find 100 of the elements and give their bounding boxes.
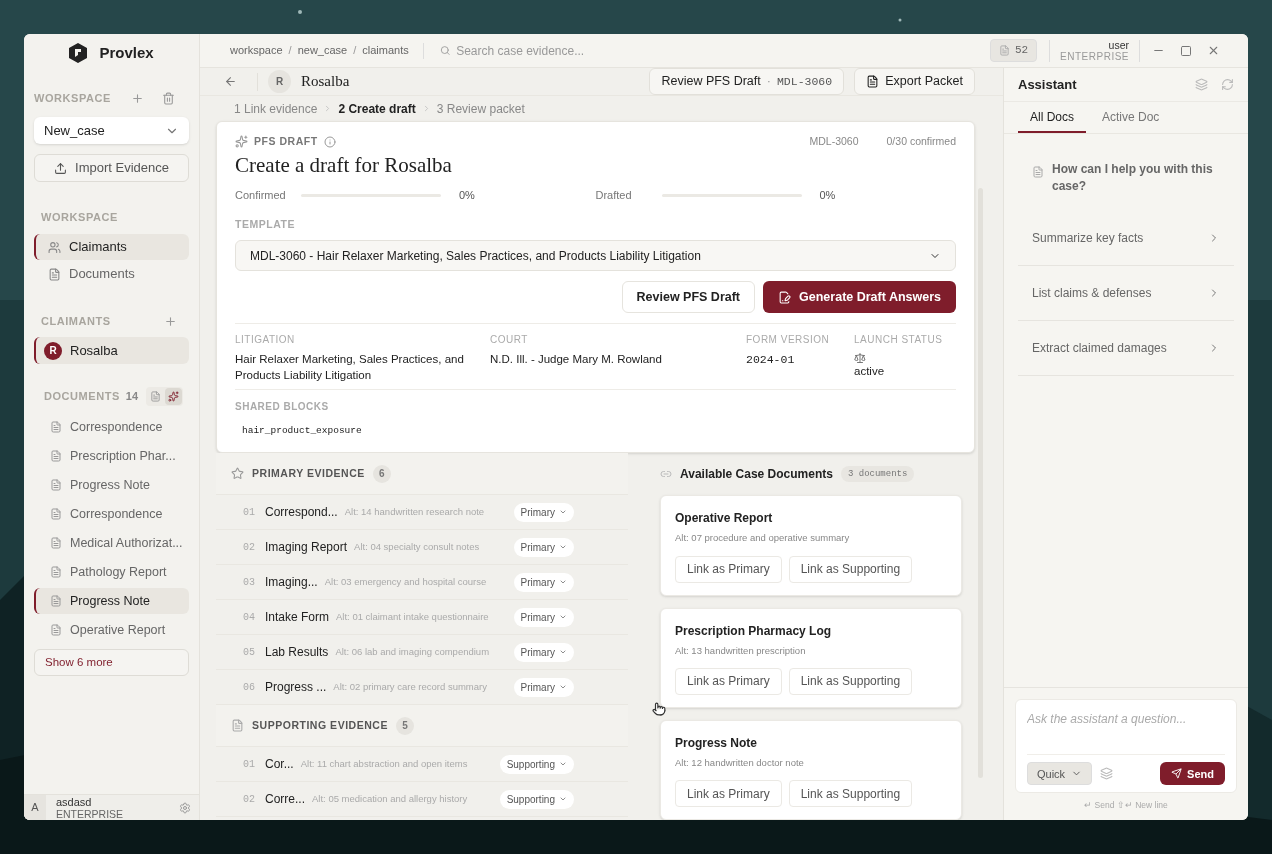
field-label: FORM VERSION: [746, 333, 830, 347]
draft-code: MDL-3060: [809, 134, 859, 149]
document-icon: [998, 45, 1010, 56]
evidence-title[interactable]: Progress ...: [265, 678, 327, 697]
nav-item[interactable]: Documents: [34, 261, 189, 287]
generate-answers-button[interactable]: Generate Draft Answers: [763, 281, 956, 313]
breadcrumb-link[interactable]: new_case: [297, 42, 348, 59]
row-number: 05: [243, 645, 256, 660]
role-dropdown[interactable]: Supporting: [499, 754, 574, 774]
document-count-chip[interactable]: 52: [989, 39, 1038, 62]
send-icon: [1171, 768, 1183, 780]
refresh-icon[interactable]: [1221, 78, 1234, 91]
document-item[interactable]: Prescription Phar...: [34, 443, 189, 469]
assistant-tab[interactable]: All Docs: [1018, 103, 1086, 133]
review-draft-button[interactable]: Review PFS Draft: [621, 281, 756, 313]
import-button[interactable]: Import Evidence: [34, 154, 189, 182]
evidence-alt: Alt: 11 chart abstraction and open items: [300, 757, 468, 772]
suggestion-item[interactable]: List claims & defenses: [1018, 266, 1234, 321]
review-draft-button[interactable]: Review PFS Draft · MDL-3060: [649, 68, 845, 95]
evidence-title[interactable]: Lab Results: [265, 643, 329, 662]
document-item[interactable]: Operative Report: [34, 617, 189, 643]
layers-icon[interactable]: [1100, 767, 1114, 781]
claimant-item[interactable]: R Rosalba: [34, 337, 189, 364]
evidence-title[interactable]: Imaging...: [265, 573, 318, 592]
breadcrumb-link[interactable]: claimants: [362, 42, 409, 59]
back-icon[interactable]: [224, 75, 237, 88]
view-mode-button[interactable]: [165, 387, 183, 405]
document-icon: [50, 624, 62, 636]
row-number: 01: [243, 757, 256, 772]
question-field[interactable]: Ask the assistant a question...: [1027, 710, 1225, 729]
document-item[interactable]: Progress Note: [34, 472, 189, 498]
role-dropdown[interactable]: Primary: [513, 642, 574, 662]
link-button[interactable]: Link as Supporting: [788, 780, 913, 807]
field-value: 2024-01: [746, 352, 795, 368]
evidence-alt: Alt: 05 medication and allergy history: [312, 792, 468, 807]
app-name: Provlex: [99, 42, 154, 63]
document-icon: [50, 450, 62, 462]
count-badge: 3 documents: [840, 466, 915, 483]
document-alt: Alt: 12 handwritten doctor note: [675, 755, 805, 770]
role-dropdown[interactable]: Primary: [513, 502, 574, 522]
section-heading: WORKSPACE: [34, 90, 111, 106]
info-icon[interactable]: [323, 135, 336, 148]
row-number: 03: [243, 575, 256, 590]
suggestion-item[interactable]: Summarize key facts: [1018, 211, 1234, 266]
role-dropdown[interactable]: Primary: [513, 572, 574, 592]
evidence-alt: Alt: 03 emergency and hospital course: [324, 575, 487, 590]
upload-icon: [54, 161, 68, 175]
add-icon[interactable]: [164, 314, 177, 328]
role-dropdown[interactable]: Primary: [513, 537, 574, 557]
nav-item[interactable]: Claimants: [34, 234, 189, 260]
search-field[interactable]: Search case evidence...: [456, 41, 740, 60]
field-label: LITIGATION: [235, 333, 295, 347]
link-button[interactable]: Link as Supporting: [788, 667, 913, 695]
suggestion-item[interactable]: Extract claimed damages: [1018, 321, 1234, 376]
document-icon: [1032, 166, 1044, 178]
evidence-title[interactable]: Corre...: [265, 790, 305, 809]
row-number: 01: [243, 505, 256, 520]
link-button[interactable]: Link as Primary: [675, 555, 782, 583]
document-item[interactable]: Progress Note: [34, 588, 189, 614]
evidence-title[interactable]: Intake Form: [265, 608, 330, 627]
assistant-tab[interactable]: Active Doc: [1090, 103, 1172, 133]
export-packet-button[interactable]: Export Packet: [854, 68, 975, 95]
maximize-icon[interactable]: [1180, 44, 1192, 57]
row-number: 06: [243, 680, 256, 695]
evidence-title[interactable]: Correspond...: [265, 503, 338, 522]
breadcrumb-link[interactable]: workspace: [230, 42, 283, 59]
document-icon: [866, 75, 880, 88]
claimant-name: Rosalba: [301, 72, 350, 92]
workspace-select[interactable]: New_case: [34, 117, 189, 144]
document-item[interactable]: Pathology Report: [34, 559, 189, 585]
field-label: COURT: [490, 333, 528, 347]
delete-icon[interactable]: [162, 91, 175, 105]
document-item[interactable]: Correspondence: [34, 501, 189, 527]
documents-count: 14: [125, 388, 139, 404]
count-badge: 5: [396, 716, 414, 735]
document-item[interactable]: Correspondence: [34, 414, 189, 440]
link-button[interactable]: Link as Primary: [675, 667, 782, 695]
send-button[interactable]: Send: [1160, 762, 1225, 786]
search-icon: [439, 45, 451, 56]
mode-select[interactable]: Quick: [1027, 762, 1093, 786]
evidence-title[interactable]: Cor...: [265, 755, 294, 774]
show-more-button[interactable]: Show 6 more: [34, 649, 189, 676]
role-dropdown[interactable]: Primary: [513, 677, 574, 697]
section-heading: PRIMARY EVIDENCE: [252, 465, 365, 481]
settings-icon[interactable]: [179, 801, 191, 814]
close-icon[interactable]: [1207, 44, 1220, 57]
document-item[interactable]: Medical Authorizat...: [34, 530, 189, 556]
layers-icon[interactable]: [1195, 78, 1208, 91]
evidence-title[interactable]: Imaging Report: [265, 538, 348, 557]
role-dropdown[interactable]: Primary: [513, 607, 574, 627]
keyboard-hint: ↵ Send ⇧↵ New line: [1084, 799, 1168, 812]
panel-title: Assistant: [1018, 75, 1077, 94]
user-plan: ENTERPRISE: [56, 807, 124, 820]
step-tab[interactable]: 2 Create draft: [338, 99, 416, 118]
link-button[interactable]: Link as Primary: [675, 780, 782, 807]
role-dropdown[interactable]: Supporting: [499, 789, 574, 809]
template-select[interactable]: MDL-3060 - Hair Relaxer Marketing, Sales Practices, and Products Liability Litigation: [235, 240, 956, 271]
progress-label: Confirmed: [235, 187, 287, 203]
link-button[interactable]: Link as Supporting: [788, 555, 913, 583]
add-icon[interactable]: [131, 91, 144, 105]
